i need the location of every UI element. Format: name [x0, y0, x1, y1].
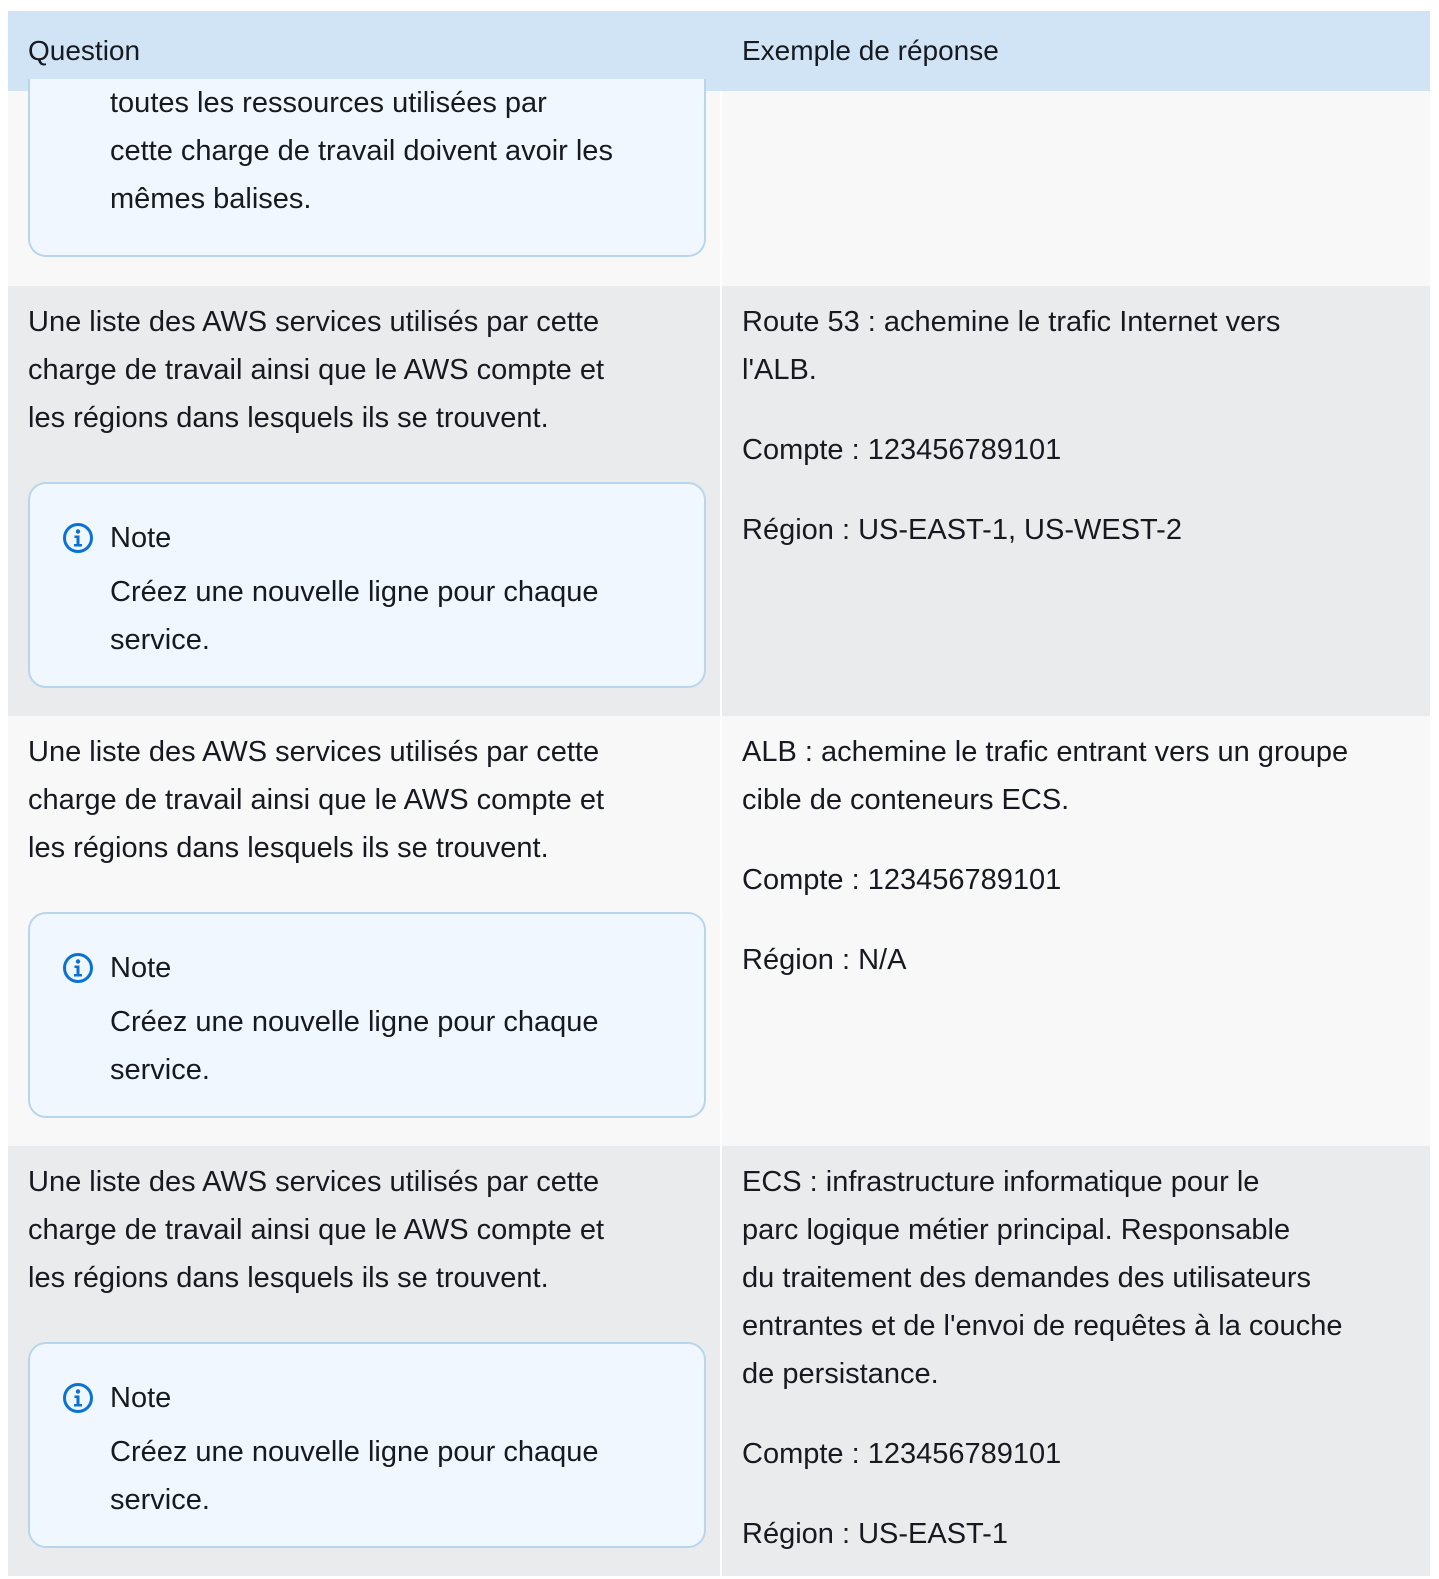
answer-line: entrantes et de l'envoi de requêtes à la…: [742, 1310, 1343, 1342]
service-description: ALB : achemine le trafic entrant vers un…: [742, 728, 1412, 824]
note-header: Note: [62, 1374, 684, 1422]
region-text: Région : N/A: [742, 944, 907, 976]
note-header: Note: [62, 514, 684, 562]
note-text-line: service.: [110, 624, 210, 656]
table-row: Une liste des AWS services utilisés par …: [8, 1146, 1430, 1576]
question-line: charge de travail ainsi que le AWS compt…: [28, 1214, 605, 1246]
question-line: les régions dans lesquels ils se trouven…: [28, 832, 549, 864]
answer-line: de persistance.: [742, 1358, 939, 1390]
note-title: Note: [110, 522, 172, 554]
note-body: Créez une nouvelle ligne pour chaque ser…: [62, 1428, 684, 1524]
note-title: Note: [110, 952, 172, 984]
region-text: Région : US-EAST-1: [742, 1518, 1008, 1550]
note-body: Créez une nouvelle ligne pour chaque ser…: [62, 998, 684, 1094]
info-circle-icon: [63, 1383, 93, 1413]
note-header: Note: [62, 944, 684, 992]
answer-line: cible de conteneurs ECS.: [742, 784, 1070, 816]
service-description: ECS : infrastructure informatique pour l…: [742, 1158, 1412, 1398]
answer-line: ECS : infrastructure informatique pour l…: [742, 1166, 1260, 1198]
service-description: Route 53 : achemine le trafic Internet v…: [742, 298, 1412, 394]
note-body: Créez une nouvelle ligne pour chaque ser…: [62, 568, 684, 664]
question-line: les régions dans lesquels ils se trouven…: [28, 402, 549, 434]
info-circle-icon: [63, 953, 93, 983]
note-box: Note Créez une nouvelle ligne pour chaqu…: [28, 482, 706, 688]
table-row: toutes les ressources utilisées par cett…: [8, 79, 1430, 286]
note-text-line: service.: [110, 1484, 210, 1516]
note-text-line: cette charge de travail doivent avoir le…: [110, 135, 613, 167]
note-title: Note: [110, 1382, 172, 1414]
answer-line: ALB : achemine le trafic entrant vers un…: [742, 736, 1349, 768]
answer-line: l'ALB.: [742, 354, 817, 386]
question-cell: toutes les ressources utilisées par cett…: [8, 79, 722, 286]
note-text-line: toutes les ressources utilisées par: [110, 87, 547, 119]
table-row: Une liste des AWS services utilisés par …: [8, 716, 1430, 1146]
question-line: Une liste des AWS services utilisés par …: [28, 306, 600, 338]
question-line: charge de travail ainsi que le AWS compt…: [28, 784, 605, 816]
account-text: Compte : 123456789101: [742, 1438, 1062, 1470]
answer-line: parc logique métier principal. Responsab…: [742, 1214, 1291, 1246]
account-text: Compte : 123456789101: [742, 864, 1062, 896]
note-text-line: service.: [110, 1054, 210, 1086]
answer-cell: Route 53 : achemine le trafic Internet v…: [722, 286, 1430, 716]
question-line: les régions dans lesquels ils se trouven…: [28, 1262, 549, 1294]
note-box: Note Créez une nouvelle ligne pour chaqu…: [28, 1342, 706, 1548]
note-text-line: Créez une nouvelle ligne pour chaque: [110, 1006, 599, 1038]
note-text-line: mêmes balises.: [110, 183, 312, 215]
note-box: Note Créez une nouvelle ligne pour chaqu…: [28, 912, 706, 1118]
question-line: Une liste des AWS services utilisés par …: [28, 1166, 600, 1198]
answer-line: du traitement des demandes des utilisate…: [742, 1262, 1312, 1294]
region-text: Région : US-EAST-1, US-WEST-2: [742, 514, 1182, 546]
column-header-answer: Exemple de réponse: [742, 35, 999, 66]
question-cell: Une liste des AWS services utilisés par …: [8, 1146, 722, 1576]
note-text-line: Créez une nouvelle ligne pour chaque: [110, 576, 599, 608]
account-text: Compte : 123456789101: [742, 434, 1062, 466]
answer-cell: [722, 91, 1430, 286]
question-line: charge de travail ainsi que le AWS compt…: [28, 354, 605, 386]
question-line: Une liste des AWS services utilisés par …: [28, 736, 600, 768]
note-box: toutes les ressources utilisées par cett…: [28, 79, 706, 257]
answer-line: Route 53 : achemine le trafic Internet v…: [742, 306, 1281, 338]
answer-cell: ALB : achemine le trafic entrant vers un…: [722, 716, 1430, 1146]
data-table: Question Exemple de réponse toutes les r…: [8, 11, 1430, 1576]
table-row: Une liste des AWS services utilisés par …: [8, 286, 1430, 716]
info-circle-icon: [63, 523, 93, 553]
answer-cell: ECS : infrastructure informatique pour l…: [722, 1146, 1430, 1576]
question-cell: Une liste des AWS services utilisés par …: [8, 716, 722, 1146]
note-text-line: Créez une nouvelle ligne pour chaque: [110, 1436, 599, 1468]
question-cell: Une liste des AWS services utilisés par …: [8, 286, 722, 716]
